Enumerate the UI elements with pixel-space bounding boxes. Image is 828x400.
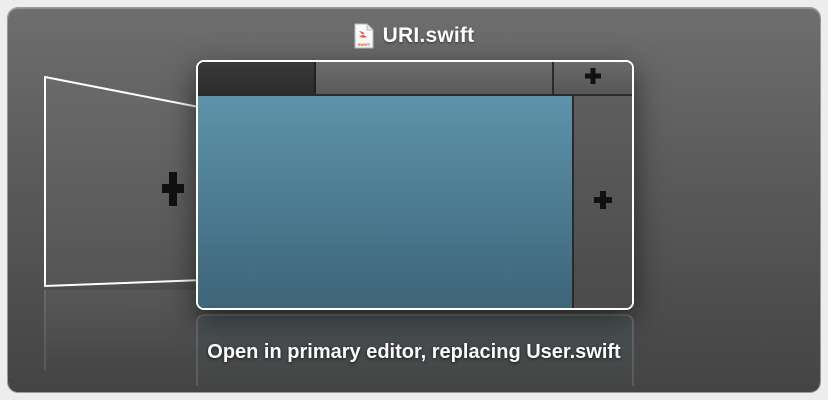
hud-title: SWIFT URI.swift	[8, 22, 820, 50]
plus-icon	[585, 67, 601, 89]
file-name: URI.swift	[382, 24, 475, 47]
primary-editor-window[interactable]	[196, 60, 634, 310]
primary-editor-area[interactable]	[198, 96, 574, 308]
tab-active[interactable]	[198, 62, 316, 94]
swift-file-icon: SWIFT	[354, 23, 374, 49]
side-editor-pane[interactable]	[44, 76, 204, 288]
tab-inactive[interactable]	[316, 62, 554, 94]
editor-destination-hud: SWIFT URI.swift Open in primary editor, …	[8, 8, 820, 392]
tab-bar	[198, 62, 632, 96]
add-tab-button[interactable]	[554, 62, 632, 94]
add-editor-left-icon	[162, 172, 184, 206]
destination-caption: Open in primary editor, replacing User.s…	[207, 341, 621, 363]
swift-badge-text: SWIFT	[357, 42, 370, 47]
add-split-right-icon	[594, 190, 612, 214]
right-split-pane[interactable]	[574, 96, 632, 308]
